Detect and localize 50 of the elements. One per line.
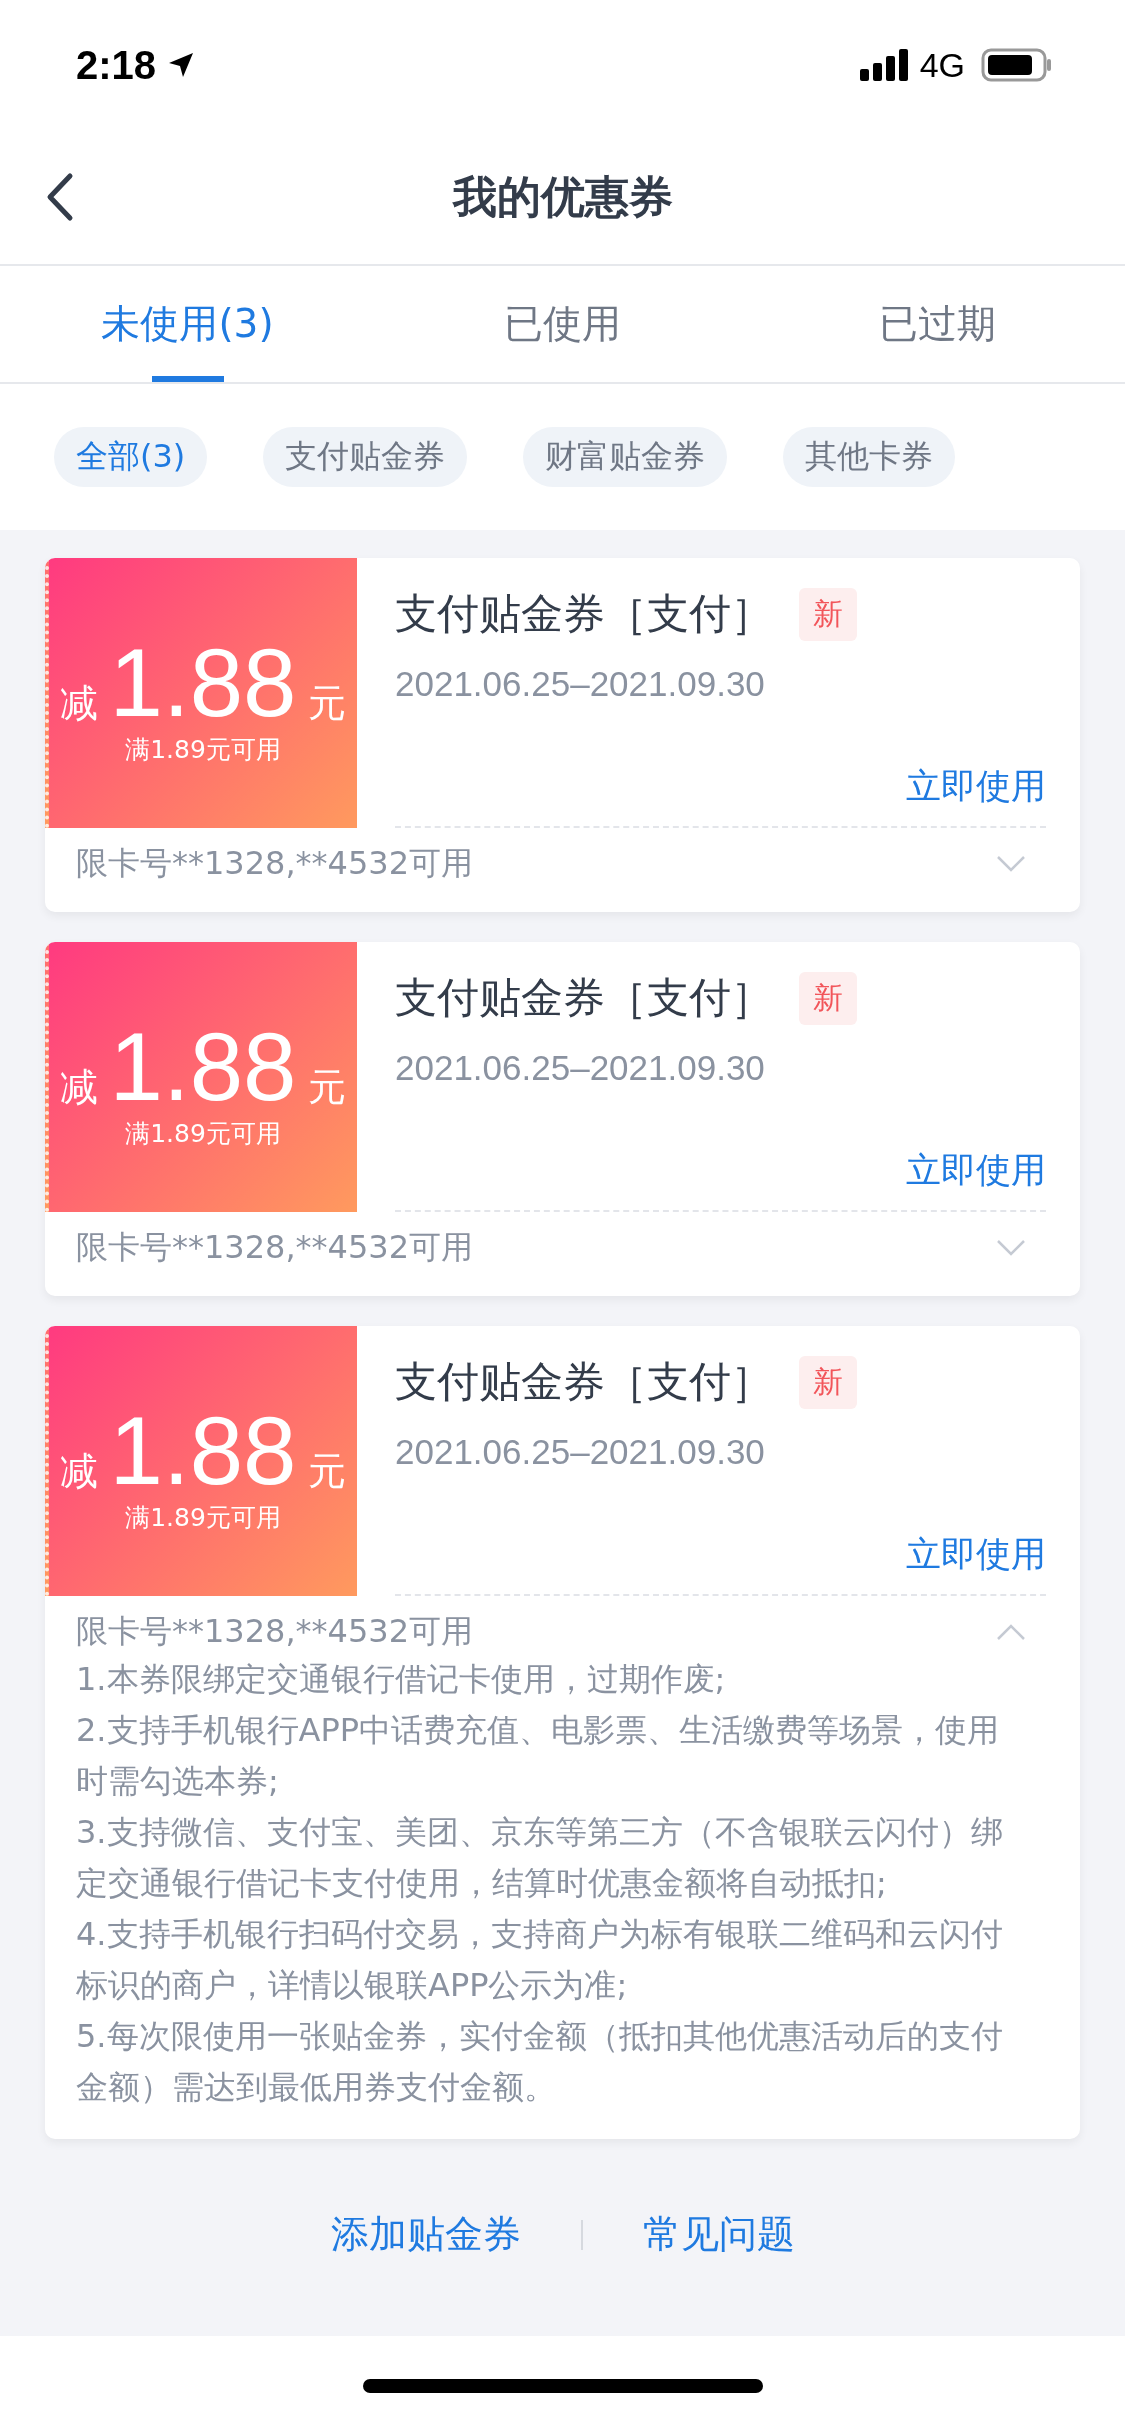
card-limit-text: 限卡号**1328,**4532可用 [76, 1227, 474, 1268]
min-spend-condition: 满1.89元可用 [125, 1501, 281, 1534]
discount-prefix: 减 [59, 679, 98, 727]
discount-amount: 1.88 [109, 1018, 297, 1115]
battery-icon [981, 48, 1053, 82]
discount-prefix: 减 [59, 1447, 98, 1495]
filter-chip[interactable]: 全部(3) [54, 427, 208, 487]
rule-text: 4.支持手机银行扫码付交易，支持商户为标有银联二维码和云闪付标识的商户，详情以银联APP公示为准; [76, 1914, 1004, 2006]
coupon-title: 支付贴金券［支付］ [395, 972, 773, 1024]
filter-chip[interactable]: 其他卡券 [783, 427, 956, 487]
validity-dates: 2021.06.25–2021.09.30 [395, 1048, 766, 1088]
back-icon[interactable] [45, 172, 75, 222]
card-limit-text: 限卡号**1328,**4532可用 [76, 1611, 474, 1652]
network-label: 4G [919, 45, 965, 85]
filter-chip[interactable]: 财富贴金券 [523, 427, 728, 487]
filter-chip[interactable]: 支付贴金券 [263, 427, 468, 487]
validity-dates: 2021.06.25–2021.09.30 [395, 1432, 766, 1472]
tab[interactable]: 已过期 [750, 266, 1125, 382]
validity-dates: 2021.06.25–2021.09.30 [395, 664, 766, 704]
discount-amount: 1.88 [109, 1402, 297, 1499]
chevron-up-icon[interactable] [996, 1623, 1026, 1641]
use-now-link[interactable]: 立即使用 [906, 1147, 1046, 1194]
min-spend-condition: 满1.89元可用 [125, 1117, 281, 1150]
page-title: 我的优惠券 [452, 169, 673, 224]
min-spend-condition: 满1.89元可用 [125, 733, 281, 766]
discount-amount: 1.88 [109, 634, 297, 731]
signal-icon [859, 49, 910, 81]
discount-prefix: 减 [59, 1063, 98, 1111]
new-badge: 新 [799, 587, 857, 641]
footer-link[interactable]: 添加贴金券 [330, 2209, 521, 2260]
rule-text: 2.支持手机银行APP中话费充值、电影票、生活缴费等场景，使用时需勾选本券; [76, 1710, 1000, 1802]
currency-unit: 元 [308, 1063, 347, 1111]
rule-text: 5.每次限使用一张贴金券，实付金额（抵扣其他优惠活动后的支付金额）需达到最低用券支付金额。 [76, 2016, 1004, 2108]
status-time: 2:18 [76, 42, 157, 88]
coupon-title: 支付贴金券［支付］ [395, 588, 773, 640]
currency-unit: 元 [308, 679, 347, 727]
tab[interactable]: 未使用(3) [0, 266, 375, 382]
coupon-title: 支付贴金券［支付］ [395, 1356, 773, 1408]
use-now-link[interactable]: 立即使用 [906, 1531, 1046, 1578]
tab[interactable]: 已使用 [375, 266, 750, 382]
chevron-down-icon[interactable] [996, 855, 1026, 873]
rule-text: 3.支持微信、支付宝、美团、京东等第三方（不含银联云闪付）绑定交通银行借记卡支付使用，结算时优惠金额将自动抵扣; [76, 1812, 1004, 1904]
new-badge: 新 [799, 971, 857, 1025]
rule-text: 1.本券限绑定交通银行借记卡使用，过期作废; [76, 1659, 727, 1700]
footer-link[interactable]: 常见问题 [642, 2209, 795, 2260]
currency-unit: 元 [308, 1447, 347, 1495]
card-limit-text: 限卡号**1328,**4532可用 [76, 843, 474, 884]
use-now-link[interactable]: 立即使用 [906, 763, 1046, 810]
chevron-down-icon[interactable] [996, 1239, 1026, 1257]
new-badge: 新 [799, 1355, 857, 1409]
